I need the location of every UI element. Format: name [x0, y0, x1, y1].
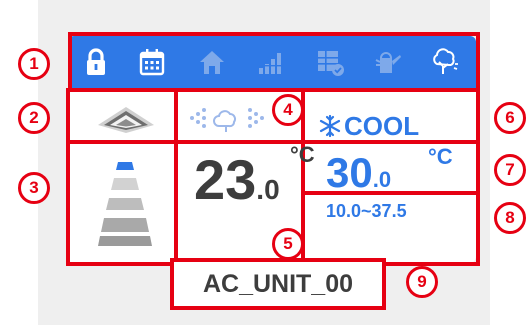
- callout-6: 6: [494, 102, 526, 134]
- unit-name-label: AC_UNIT_00: [170, 258, 386, 310]
- setpoint-temp-int: 30: [326, 149, 373, 196]
- cassette-unit-icon: [98, 107, 154, 133]
- callout-8: 8: [494, 202, 526, 234]
- callout-2: 2: [18, 102, 50, 134]
- indoor-temp-dec: .0: [256, 174, 280, 205]
- setpoint-temp-unit: °C: [428, 144, 453, 169]
- fan-speed-icon: [190, 108, 264, 132]
- indoor-temp-int: 23: [194, 148, 257, 211]
- callout-4: 4: [272, 94, 304, 126]
- toolbar-highlight: [68, 32, 480, 92]
- indoor-temp-unit: °C: [290, 142, 315, 167]
- snowflake-icon: [319, 114, 341, 138]
- callout-1: 1: [18, 48, 50, 80]
- callout-5: 5: [272, 228, 304, 260]
- setpoint-temp-dec: .0: [372, 167, 392, 192]
- grid-divider-v1: [174, 90, 178, 262]
- airflow-level-icon: [98, 162, 152, 246]
- callout-7: 7: [494, 154, 526, 186]
- callout-3: 3: [18, 172, 50, 204]
- indoor-temp-value: 23.0: [194, 152, 280, 208]
- callout-9: 9: [406, 266, 438, 298]
- setpoint-range: 10.0~37.5: [326, 201, 407, 221]
- setpoint-temp-value[interactable]: 30.0: [326, 152, 391, 194]
- mode-label: COOL: [344, 111, 420, 141]
